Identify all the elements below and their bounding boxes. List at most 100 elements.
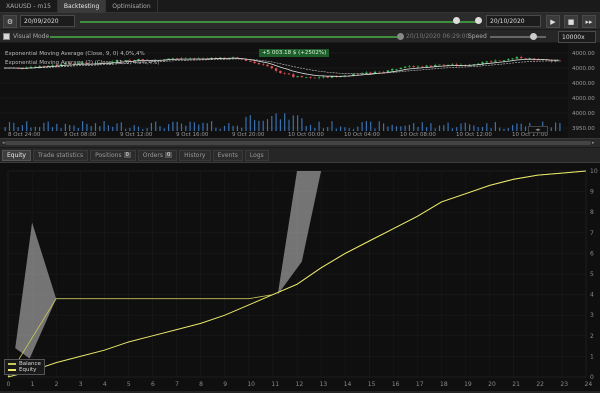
speed-value-field[interactable]: 10000x xyxy=(558,31,596,43)
volume-bar xyxy=(232,125,234,131)
equity-x-tick-label: 22 xyxy=(536,381,544,388)
equity-x-tick-label: 8 xyxy=(199,381,203,388)
tab-logs[interactable]: Logs xyxy=(244,149,269,161)
step-icon[interactable]: ▸▸ xyxy=(582,15,596,28)
volume-bar xyxy=(258,120,260,131)
tab-positions-label: Positions xyxy=(95,151,122,159)
volume-bar xyxy=(365,121,367,131)
backtest-toolbar: ⚙ 20/09/2020 20/10/2020 ▶ ■ ▸▸ xyxy=(0,13,600,30)
timeline-handle[interactable] xyxy=(453,17,460,24)
chart-zoom-control[interactable]: ◂▸ xyxy=(528,126,548,133)
panel-splitter[interactable]: ◂ ▸ xyxy=(0,138,600,148)
volume-bar xyxy=(77,127,79,131)
candle-body xyxy=(378,71,381,73)
candle-body xyxy=(322,76,325,78)
scroll-right-icon[interactable]: ▸ xyxy=(592,140,595,146)
equity-chart[interactable]: 0 1 2 3 4 5 6 7 8 9 10 11 12 13 14 15 16 17 18 19 20 21 22 23 24… xyxy=(0,163,600,391)
volume-bar xyxy=(279,119,281,131)
candle-body xyxy=(309,77,312,78)
speed-slider-handle[interactable] xyxy=(530,33,537,40)
tab-orders[interactable]: Orders 0 xyxy=(137,149,178,161)
equity-x-tick-label: 20 xyxy=(488,381,496,388)
play-icon[interactable]: ▶ xyxy=(546,15,560,28)
volume-bar xyxy=(73,125,75,131)
tab-symbol[interactable]: XAUUSD - m15 xyxy=(0,0,58,13)
volume-bar xyxy=(193,122,195,131)
equity-x-tick-label: 18 xyxy=(440,381,448,388)
tab-optimisation[interactable]: Optimisation xyxy=(106,0,158,13)
volume-bar xyxy=(64,123,66,131)
equity-x-tick-label: 15 xyxy=(368,381,376,388)
visual-mode-row: Visual Mode 20/10/2020 06:29:00 Speed 10… xyxy=(0,30,600,43)
equity-x-tick-label: 16 xyxy=(392,381,400,388)
positions-count-badge: 0 xyxy=(123,152,131,158)
volume-bar xyxy=(107,125,109,131)
speed-label: Speed xyxy=(468,33,487,40)
volume-bar xyxy=(314,127,316,131)
volume-bar xyxy=(464,122,466,131)
tab-backtesting[interactable]: Backtesting xyxy=(57,0,107,13)
equity-x-tick-label: 0 xyxy=(7,381,11,388)
volume-bar xyxy=(318,121,320,131)
candle-body xyxy=(386,70,390,72)
candle-body xyxy=(266,64,269,67)
volume-bar xyxy=(198,124,200,131)
volume-bar xyxy=(47,121,49,131)
volume-bar xyxy=(236,125,238,131)
volume-bar xyxy=(99,126,101,131)
volume-bar xyxy=(292,115,294,131)
volume-bar xyxy=(499,127,501,131)
price-chart[interactable]: 4000.00 4000.00 4000.00 4000.00 4000.00 3950.… xyxy=(0,43,600,138)
equity-chart-svg[interactable]: 0 1 2 3 4 5 6 7 8 9 10 11 12 13 14 15 16 17 18 19 20 21 22 23 24… xyxy=(0,163,600,391)
settings-gear-icon[interactable]: ⚙ xyxy=(3,15,17,28)
visual-mode-checkbox[interactable] xyxy=(3,33,10,40)
tab-trade-statistics[interactable]: Trade statistics xyxy=(32,149,89,161)
end-date-field[interactable]: 20/10/2020 xyxy=(486,15,541,27)
equity-y-tick-label: 5 xyxy=(590,271,594,278)
candle-body xyxy=(451,64,454,66)
timeline-track[interactable] xyxy=(80,21,478,23)
volume-bar xyxy=(142,128,144,131)
legend-swatch-balance xyxy=(8,363,16,365)
volume-bar xyxy=(189,121,191,131)
volume-bar xyxy=(155,121,157,131)
candle-body xyxy=(391,69,394,71)
volume-bar xyxy=(391,124,393,131)
volume-bar xyxy=(477,127,479,131)
candle-body xyxy=(421,66,424,68)
volume-bar xyxy=(512,125,514,131)
tab-equity[interactable]: Equity xyxy=(2,149,31,161)
equity-y-tick-label: 3 xyxy=(590,312,594,319)
price-chart-svg[interactable]: 4000.00 4000.00 4000.00 4000.00 4000.00 3950.… xyxy=(0,43,600,138)
volume-bar xyxy=(180,123,183,131)
volume-bar xyxy=(309,124,312,131)
visual-progress-bar xyxy=(50,36,400,38)
speed-slider-track[interactable] xyxy=(490,36,546,38)
visual-mode-toggle[interactable]: Visual Mode xyxy=(3,33,49,40)
tab-positions[interactable]: Positions 0 xyxy=(90,149,136,161)
candle-body xyxy=(279,70,282,74)
volume-bar xyxy=(254,120,256,131)
candle-body xyxy=(296,76,299,77)
tab-history[interactable]: History xyxy=(179,149,211,161)
start-date-field[interactable]: 20/09/2020 xyxy=(20,15,75,27)
candle-body xyxy=(507,59,510,61)
candle-body xyxy=(498,60,501,62)
tab-events[interactable]: Events xyxy=(212,149,243,161)
visual-progress-handle[interactable] xyxy=(397,33,404,40)
stop-icon[interactable]: ■ xyxy=(564,15,578,28)
legend-swatch-equity xyxy=(8,369,16,371)
top-tab-bar: XAUUSD - m15 Backtesting Optimisation xyxy=(0,0,600,13)
volume-bar xyxy=(120,122,122,131)
candle-body xyxy=(249,60,252,62)
volume-bar xyxy=(469,124,471,131)
timeline-end-handle[interactable] xyxy=(475,17,482,24)
volume-bar xyxy=(137,126,140,131)
volume-bar xyxy=(447,122,449,131)
volume-bar xyxy=(176,121,178,131)
scroll-left-icon[interactable]: ◂ xyxy=(2,140,5,146)
candle-body xyxy=(412,65,415,67)
horizontal-scrollbar[interactable] xyxy=(5,141,591,145)
price-tick-label: 4000.00 xyxy=(572,111,595,117)
volume-bar xyxy=(34,126,36,131)
